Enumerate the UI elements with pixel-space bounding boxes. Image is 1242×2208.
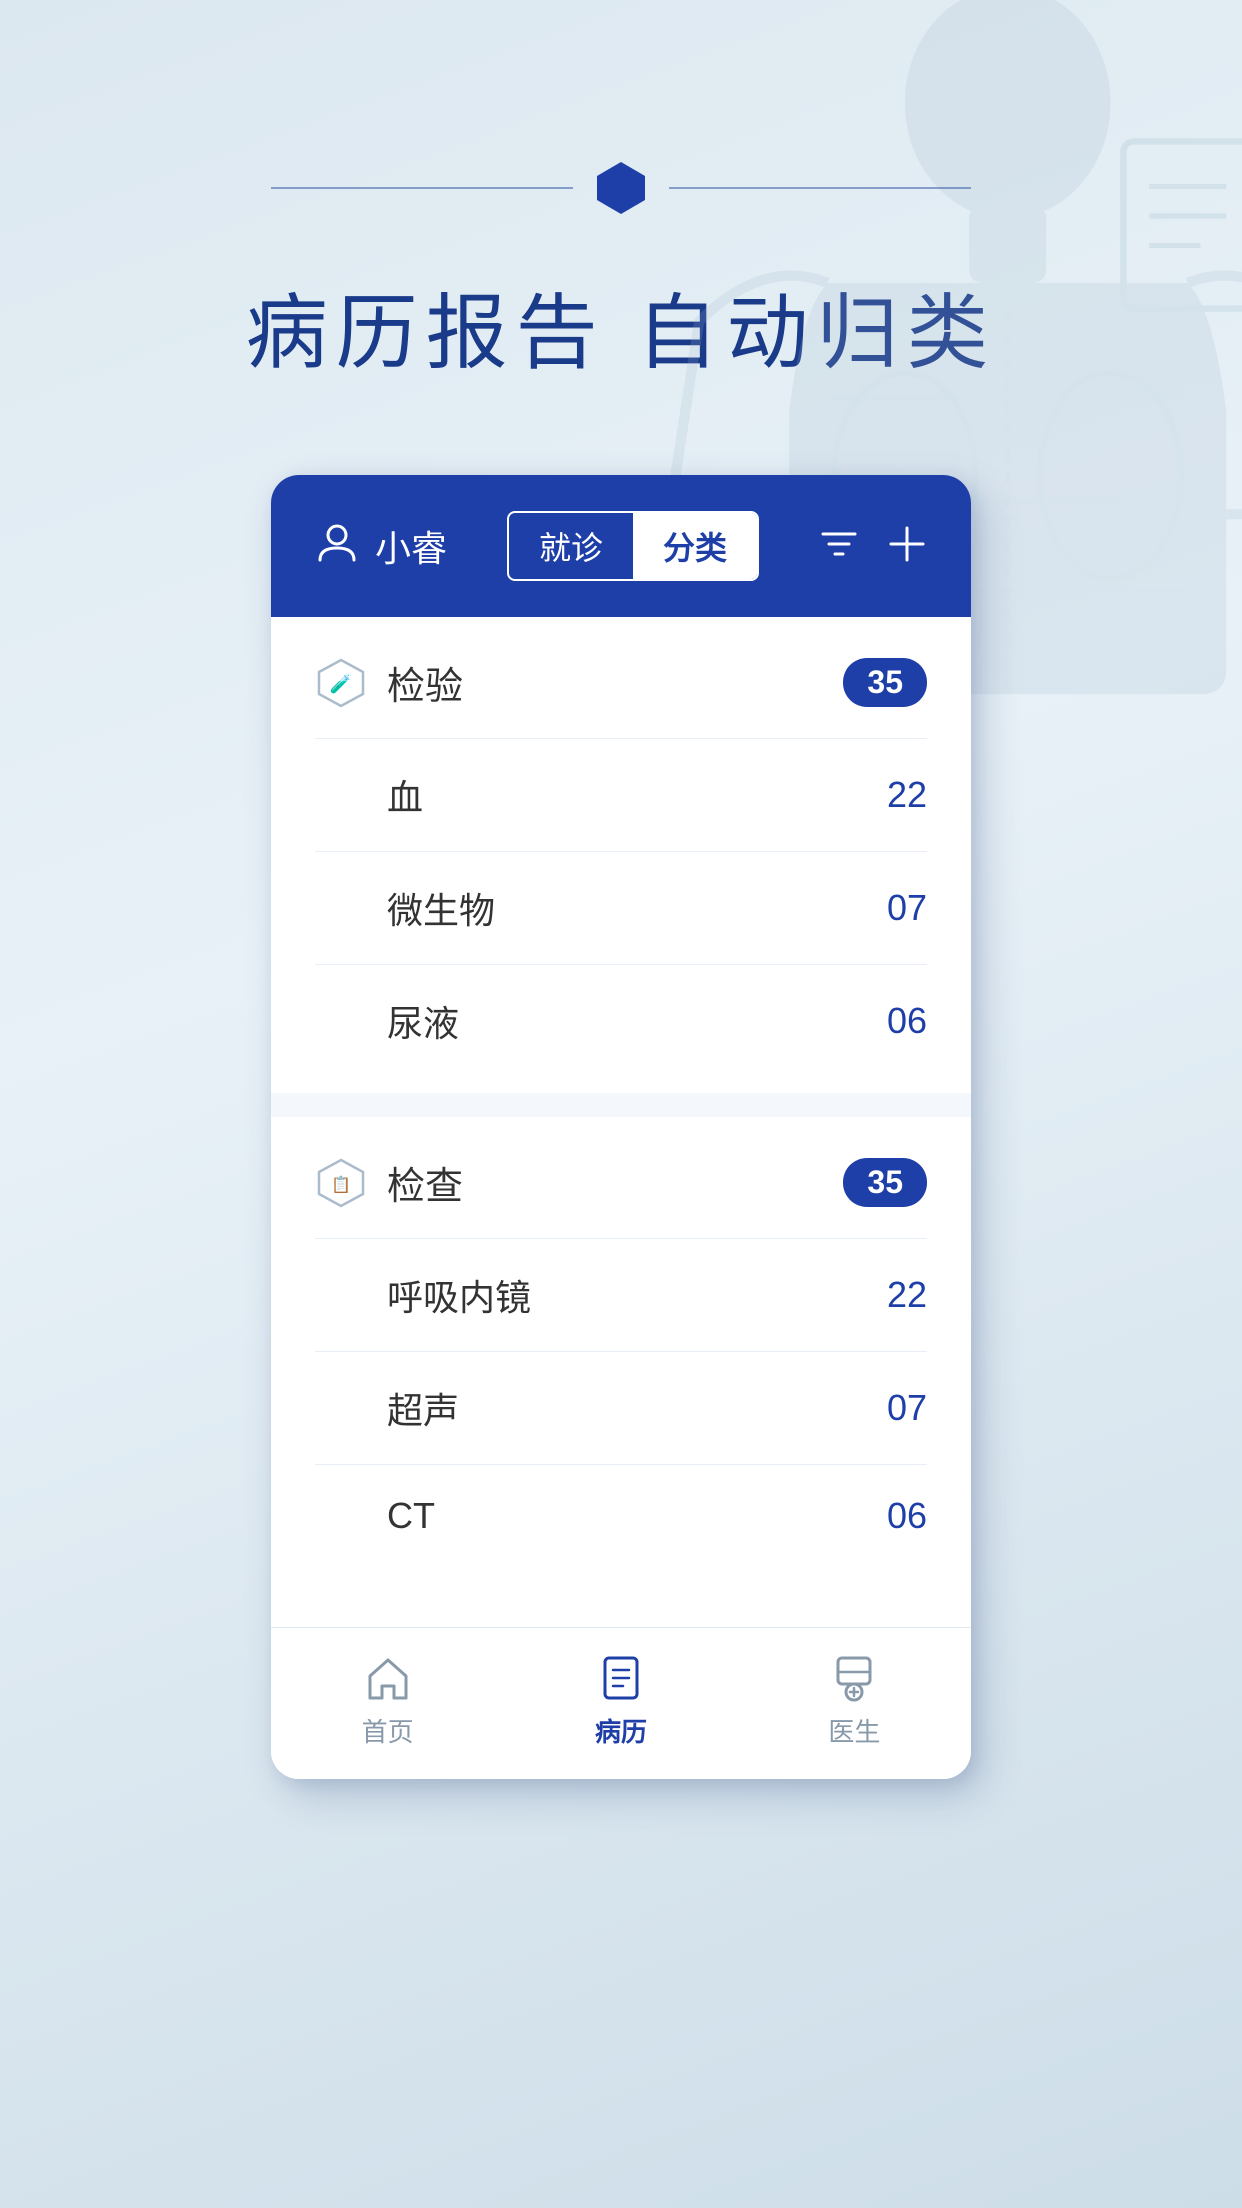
nav-item-doctor[interactable]: 医生 <box>738 1652 971 1749</box>
sub-item-name-xue: 血 <box>387 769 423 821</box>
sub-item-weishengwu[interactable]: 微生物 07 <box>315 851 927 964</box>
svg-text:📋: 📋 <box>331 1175 351 1194</box>
sub-item-count-huxi: 22 <box>887 1274 927 1316</box>
sub-item-name-ct: CT <box>387 1495 435 1537</box>
category-count-jianyan: 35 <box>843 658 927 707</box>
nav-label-doctor: 医生 <box>828 1712 880 1749</box>
category-header-left-jianyan: 🧪 检验 <box>315 655 463 710</box>
bottom-nav: 首页 病历 <box>271 1627 971 1779</box>
sub-item-count-xue: 22 <box>887 774 927 816</box>
hex-category-icon-jiancha: 📋 <box>315 1157 367 1209</box>
phone-card: 小睿 就诊 分类 <box>271 475 971 1779</box>
category-jiancha: 📋 检查 35 呼吸内镜 22 超声 07 <box>271 1117 971 1567</box>
sub-item-count-chaosheng: 07 <box>887 1387 927 1429</box>
filter-icon[interactable] <box>819 524 859 569</box>
sub-item-huxi[interactable]: 呼吸内镜 22 <box>315 1238 927 1351</box>
bottom-spacer <box>271 1567 971 1627</box>
records-icon <box>595 1652 647 1704</box>
doctor-icon <box>828 1652 880 1704</box>
page-container: 病历报告 自动归类 小睿 就诊 分类 <box>0 0 1242 2208</box>
sub-item-name-huxi: 呼吸内镜 <box>387 1269 531 1321</box>
nav-label-home: 首页 <box>362 1712 414 1749</box>
card-body: 🧪 检验 35 血 22 微生物 07 <box>271 617 971 1779</box>
nav-item-records[interactable]: 病历 <box>504 1652 737 1749</box>
category-count-jiancha: 35 <box>843 1158 927 1207</box>
tab-toggle: 就诊 分类 <box>507 511 759 581</box>
category-header-jianyan[interactable]: 🧪 检验 35 <box>315 617 927 738</box>
section-gap <box>271 1093 971 1117</box>
sub-item-xue[interactable]: 血 22 <box>315 738 927 851</box>
header-area: 病历报告 自动归类 小睿 就诊 分类 <box>0 0 1242 1779</box>
sub-item-name-niaoe: 尿液 <box>387 995 459 1047</box>
add-icon[interactable] <box>887 524 927 569</box>
main-title: 病历报告 自动归类 <box>246 266 997 385</box>
sub-item-name-chaosheng: 超声 <box>387 1382 459 1434</box>
home-icon <box>362 1652 414 1704</box>
sub-item-chaosheng[interactable]: 超声 07 <box>315 1351 927 1464</box>
topbar-actions <box>819 524 927 569</box>
sub-item-ct[interactable]: CT 06 <box>315 1464 927 1567</box>
hex-icon-top <box>593 160 649 216</box>
sub-item-count-ct: 06 <box>887 1495 927 1537</box>
user-name: 小睿 <box>375 520 447 572</box>
nav-item-home[interactable]: 首页 <box>271 1652 504 1749</box>
sub-item-name-weishengwu: 微生物 <box>387 882 495 934</box>
hex-category-icon-jianyan: 🧪 <box>315 657 367 709</box>
user-icon <box>315 520 359 573</box>
tab-visit[interactable]: 就诊 <box>509 513 633 579</box>
card-topbar: 小睿 就诊 分类 <box>271 475 971 617</box>
category-jianyan: 🧪 检验 35 血 22 微生物 07 <box>271 617 971 1077</box>
category-header-left-jiancha: 📋 检查 <box>315 1155 463 1210</box>
nav-label-records: 病历 <box>595 1712 647 1749</box>
category-name-jianyan: 检验 <box>387 655 463 710</box>
hex-divider <box>271 160 971 216</box>
sub-item-niaoe[interactable]: 尿液 06 <box>315 964 927 1077</box>
user-area: 小睿 <box>315 520 447 573</box>
divider-line-left <box>271 187 573 189</box>
divider-line-right <box>669 187 971 189</box>
sub-item-count-niaoe: 06 <box>887 1000 927 1042</box>
sub-item-count-weishengwu: 07 <box>887 887 927 929</box>
svg-text:🧪: 🧪 <box>330 674 352 694</box>
tab-classify[interactable]: 分类 <box>633 513 757 579</box>
category-header-jiancha[interactable]: 📋 检查 35 <box>315 1117 927 1238</box>
category-name-jiancha: 检查 <box>387 1155 463 1210</box>
